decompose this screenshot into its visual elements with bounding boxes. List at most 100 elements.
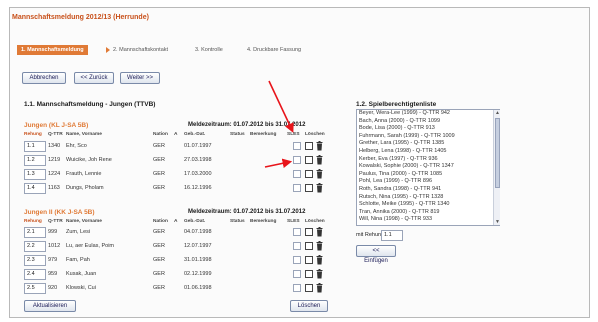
col-name: Name, Vorname (66, 132, 102, 137)
trash-icon[interactable] (316, 169, 323, 179)
nation-cell: GER (153, 143, 165, 149)
player-list-item[interactable]: Will, Nina (1998) - Q-TTR 933 (357, 216, 499, 224)
step-3[interactable]: 3. Kontrolle (195, 45, 223, 55)
step-2[interactable]: 2. Mannschaftskontakt (113, 45, 168, 55)
name-cell: Kusak, Juan (66, 271, 97, 277)
col-sles: SLES (287, 219, 300, 224)
step-1[interactable]: 1. Mannschaftsmeldung (17, 45, 88, 55)
sles-checkbox[interactable] (293, 284, 301, 292)
birthdate-cell: 01.06.1998 (184, 285, 212, 291)
sles-checkbox[interactable] (293, 270, 301, 278)
delete-checkbox[interactable] (305, 156, 313, 164)
col-nation: Nation (153, 219, 168, 224)
col-remark: Bemerkung (250, 219, 277, 224)
player-list-item[interactable]: Grether, Lara (1995) - Q-TTR 1385 (357, 140, 499, 148)
player-list-item[interactable]: Helberg, Lena (1998) - Q-TTR 1405 (357, 148, 499, 156)
sles-checkbox[interactable] (293, 156, 301, 164)
table-row: 1.4 1163 Dungs, Pholam GER 16.12.1996 (24, 183, 334, 195)
player-list-item[interactable]: Paulus, Tina (2000) - Q-TTR 1085 (357, 171, 499, 179)
trash-icon[interactable] (316, 283, 323, 293)
col-rank: Rehung (24, 132, 42, 137)
delete-checkbox[interactable] (305, 242, 313, 250)
refresh-button[interactable]: Aktualisieren (24, 300, 76, 312)
rank-input[interactable]: 1.2 (24, 155, 46, 166)
name-cell: Frauth, Lennie (66, 171, 102, 177)
player-list-item[interactable]: Fuhrmann, Sarah (1999) - Q-TTR 1009 (357, 133, 499, 141)
rank-input[interactable]: 1.4 (24, 183, 46, 194)
nation-cell: GER (153, 243, 165, 249)
rank-input[interactable]: 2.3 (24, 255, 46, 266)
sles-checkbox[interactable] (293, 242, 301, 250)
eligible-players-title: 1.2. Spielberechtigtenliste (356, 101, 437, 108)
sles-checkbox[interactable] (293, 170, 301, 178)
trash-icon[interactable] (316, 227, 323, 237)
name-cell: Fam, Pah (66, 257, 90, 263)
col-status: Status (230, 132, 245, 137)
player-list-item[interactable]: Beyer, Wera-Lee (1999) - Q-TTR 942 (357, 110, 499, 118)
player-list-item[interactable]: Kowalski, Sophie (2000) - Q-TTR 1347 (357, 163, 499, 171)
trash-icon[interactable] (316, 241, 323, 251)
cancel-button[interactable]: Abbrechen (22, 72, 66, 84)
table-row: 2.5 920 Klowski, Cui GER 01.06.1998 (24, 283, 334, 295)
player-list-item[interactable]: Bach, Anna (2000) - Q-TTR 1099 (357, 118, 499, 126)
delete-checkbox[interactable] (305, 284, 313, 292)
step-1-label: 1. Mannschaftsmeldung (21, 47, 84, 53)
eligible-players-list[interactable]: Beyer, Wera-Lee (1999) - Q-TTR 942 Bach, … (356, 109, 500, 226)
list-scrollbar[interactable]: ▲ ▼ (493, 110, 500, 225)
birthdate-cell: 31.01.1998 (184, 257, 212, 263)
table-row: 2.3 979 Fam, Pah GER 31.01.1998 (24, 255, 334, 267)
player-list-item[interactable]: Roth, Sandra (1998) - Q-TTR 941 (357, 186, 499, 194)
qttr-cell: 979 (48, 257, 58, 263)
rank-input[interactable]: 2.4 (24, 269, 46, 280)
qttr-cell: 1340 (48, 143, 61, 149)
player-list-item[interactable]: Schlotte, Meike (1995) - Q-TTR 1340 (357, 201, 499, 209)
rank-input[interactable]: 2.2 (24, 241, 46, 252)
birthdate-cell: 04.07.1998 (184, 229, 212, 235)
player-list-item[interactable]: Pohl, Lea (1999) - Q-TTR 896 (357, 178, 499, 186)
name-cell: Zum, Lesi (66, 229, 91, 235)
rank-label: mit Rehung (356, 232, 385, 238)
insert-button[interactable]: << Einfügen (356, 245, 396, 264)
rank-input[interactable]: 2.1 (24, 227, 46, 238)
delete-checkbox[interactable] (305, 170, 313, 178)
delete-checkbox[interactable] (305, 142, 313, 150)
col-birth: Geb.-Dat. (184, 132, 206, 137)
col-qttr: Q-TTR (48, 219, 63, 224)
qttr-cell: 1219 (48, 157, 61, 163)
sles-checkbox[interactable] (293, 184, 301, 192)
trash-icon[interactable] (316, 141, 323, 151)
rank-input[interactable]: 1.3 (24, 169, 46, 180)
qttr-cell: 1012 (48, 243, 61, 249)
team-registration-title: 1.1. Mannschaftsmeldung - Jungen (TTVB) (24, 101, 156, 108)
player-list-item[interactable]: Kerber, Eva (1997) - Q-TTR 936 (357, 156, 499, 164)
trash-icon[interactable] (316, 155, 323, 165)
sles-checkbox[interactable] (293, 228, 301, 236)
rank-input[interactable]: 2.5 (24, 283, 46, 294)
delete-checkbox[interactable] (305, 270, 313, 278)
step-4[interactable]: 4. Druckbare Fassung (247, 45, 301, 55)
delete-checkbox[interactable] (305, 184, 313, 192)
sles-checkbox[interactable] (293, 142, 301, 150)
trash-icon[interactable] (316, 269, 323, 279)
table-row: 1.1 1340 Ehr, Sco GER 01.07.1997 (24, 141, 334, 153)
rank-input[interactable]: 1.1 (381, 230, 403, 241)
trash-icon[interactable] (316, 183, 323, 193)
col-status: Status (230, 219, 245, 224)
player-list-item[interactable]: Bode, Lisa (2000) - Q-TTR 913 (357, 125, 499, 133)
scroll-up-icon[interactable]: ▲ (495, 110, 500, 116)
trash-icon[interactable] (316, 255, 323, 265)
name-cell: Wuicike, Joh Rene (66, 157, 112, 163)
delete-button[interactable]: Löschen (290, 300, 328, 312)
sles-checkbox[interactable] (293, 256, 301, 264)
delete-checkbox[interactable] (305, 228, 313, 236)
player-list-item[interactable]: Rutsch, Nina (1995) - Q-TTR 1328 (357, 194, 499, 202)
scroll-down-icon[interactable]: ▼ (495, 219, 500, 225)
rank-input[interactable]: 1.1 (24, 141, 46, 152)
table-row: 2.1 999 Zum, Lesi GER 04.07.1998 (24, 227, 334, 239)
name-cell: Lu, aer Eulas, Poim (66, 243, 114, 249)
scroll-thumb[interactable] (495, 118, 500, 188)
back-button[interactable]: << Zurück (74, 72, 114, 84)
next-button[interactable]: Weiter >> (120, 72, 160, 84)
delete-checkbox[interactable] (305, 256, 313, 264)
player-list-item[interactable]: Tran, Annika (2000) - Q-TTR 819 (357, 209, 499, 217)
